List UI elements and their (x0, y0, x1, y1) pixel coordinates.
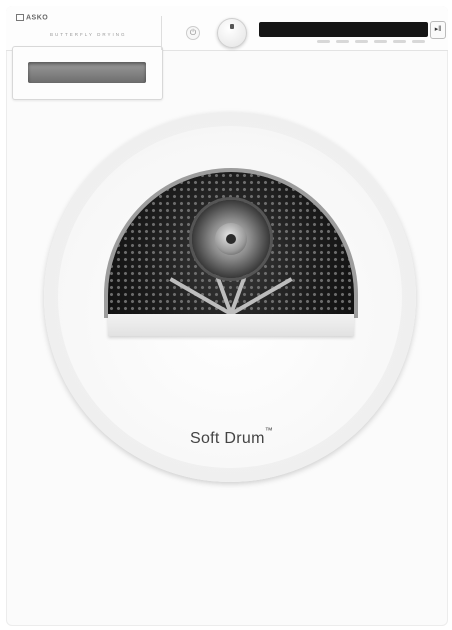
option-button[interactable] (355, 40, 368, 43)
brand-logo: ASKO (16, 14, 48, 21)
option-button[interactable] (374, 40, 387, 43)
option-button[interactable] (317, 40, 330, 43)
soft-drum-label: Soft Drum™ (190, 426, 273, 448)
drum-hub-center (226, 234, 236, 244)
door-sill (108, 314, 354, 336)
drum-window (108, 172, 354, 314)
display-screen (259, 22, 428, 37)
option-button[interactable] (393, 40, 406, 43)
panel-divider (161, 16, 162, 50)
option-button[interactable] (412, 40, 425, 43)
option-button[interactable] (336, 40, 349, 43)
logo-mark-icon (16, 14, 24, 21)
drawer-handle[interactable] (28, 62, 146, 83)
brand-logo-text: ASKO (26, 14, 49, 22)
trademark-symbol: ™ (264, 426, 274, 435)
program-knob[interactable] (217, 18, 247, 48)
dial-icon (230, 24, 234, 29)
soft-drum-text: Soft Drum (190, 430, 265, 447)
play-pause-icon[interactable]: ▸ǁ (430, 21, 446, 39)
power-icon[interactable]: ⏻ (186, 26, 200, 40)
tagline: BUTTERFLY DRYING (50, 32, 127, 37)
